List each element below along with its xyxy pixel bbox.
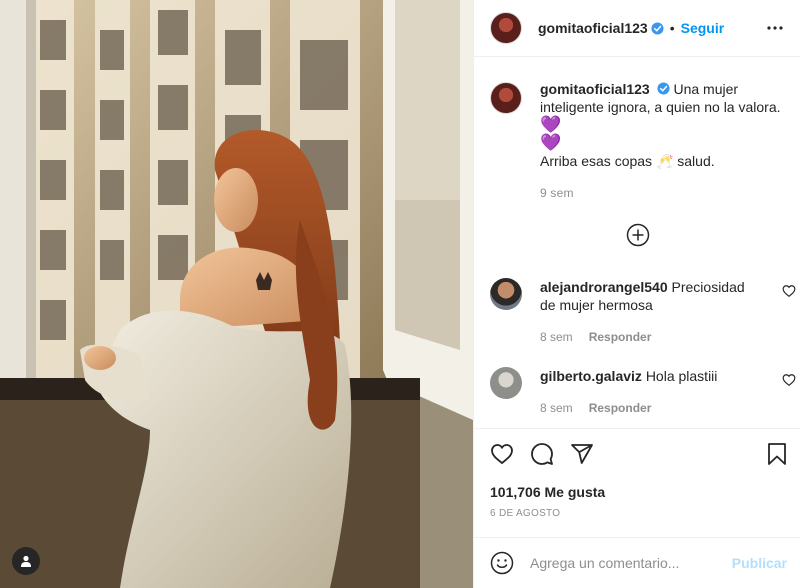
comment-username[interactable]: gilberto.galaviz [540, 368, 642, 384]
separator-dot: • [669, 20, 675, 36]
comment-meta: 8 sem Responder [540, 399, 760, 417]
reply-button[interactable]: Responder [589, 401, 652, 415]
action-bar [490, 442, 789, 468]
comment-icon[interactable] [530, 442, 554, 466]
caption-username[interactable]: gomitaoficial123 [540, 81, 650, 97]
caption-text: gomitaoficial123 Una mujer inteligente i… [540, 80, 790, 202]
verified-icon [651, 21, 664, 35]
share-icon[interactable] [570, 442, 594, 466]
post-side-panel: gomitaoficial123 • Seguir gomitaoficial1… [473, 0, 800, 588]
user-tag-icon [21, 555, 31, 567]
likes-count[interactable]: 101,706 Me gusta [490, 484, 605, 500]
caption-author-avatar[interactable] [490, 82, 522, 114]
comment-avatar[interactable] [490, 367, 522, 399]
comment-body: alejandrorangel540 Preciosidad de mujer … [540, 278, 760, 346]
add-comment-bar: Publicar [474, 537, 800, 588]
photo-illustration [0, 0, 473, 588]
comment-input[interactable] [530, 555, 730, 571]
more-options-icon [767, 26, 783, 30]
comment-item: alejandrorangel540 Preciosidad de mujer … [490, 278, 796, 346]
caption-line-2: Arriba esas copas 🥂 salud. [540, 153, 715, 169]
bookmark-icon[interactable] [765, 442, 789, 466]
comment-time[interactable]: 8 sem [540, 330, 573, 344]
post-date[interactable]: 6 DE AGOSTO [490, 508, 560, 519]
emoji-icon[interactable] [490, 551, 514, 575]
more-options-button[interactable] [763, 18, 787, 38]
comment-avatar[interactable] [490, 278, 522, 310]
heart-icon[interactable] [782, 284, 796, 298]
heart-icon[interactable] [490, 442, 514, 466]
heart-icon[interactable] [782, 373, 796, 387]
publish-button[interactable]: Publicar [732, 555, 787, 571]
author-username[interactable]: gomitaoficial123 [538, 20, 648, 36]
load-more-icon[interactable] [626, 223, 650, 247]
comment-item: gilberto.galaviz Hola plastiii 8 sem Resp… [490, 367, 796, 417]
comment-text: Hola plastiii [645, 368, 718, 384]
reply-button[interactable]: Responder [589, 330, 652, 344]
post-photo[interactable] [0, 0, 473, 588]
author-avatar[interactable] [490, 12, 522, 44]
post-caption: gomitaoficial123 Una mujer inteligente i… [490, 80, 790, 202]
comment-username[interactable]: alejandrorangel540 [540, 279, 668, 295]
follow-button[interactable]: Seguir [681, 20, 725, 36]
comment-body: gilberto.galaviz Hola plastiii 8 sem Resp… [540, 367, 760, 417]
purple-heart-1: 💜 [540, 115, 562, 134]
verified-icon [657, 82, 670, 95]
comment-time[interactable]: 8 sem [540, 401, 573, 415]
user-tag-button[interactable] [12, 547, 40, 575]
caption-time[interactable]: 9 sem [540, 184, 790, 202]
purple-heart-2: 💜 [540, 133, 562, 152]
comment-meta: 8 sem Responder [540, 328, 760, 346]
post-header: gomitaoficial123 • Seguir [474, 0, 800, 57]
